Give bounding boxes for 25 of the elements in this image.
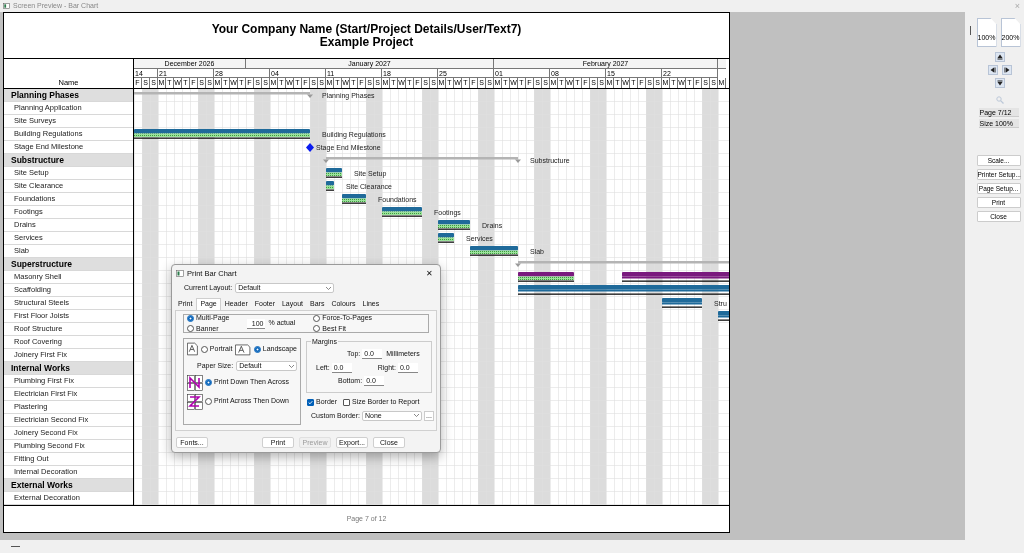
- group-row: Superstructure: [4, 258, 133, 271]
- report-subtitle: Example Project: [319, 35, 414, 49]
- chevron-down-icon: [414, 414, 420, 418]
- group-row: External Works: [4, 479, 133, 492]
- app-icon: [3, 3, 10, 9]
- page-left-button[interactable]: [988, 65, 998, 75]
- page-right-button[interactable]: [1002, 65, 1012, 75]
- separator-line: [970, 26, 971, 35]
- page-down-button[interactable]: [995, 78, 1005, 88]
- group-row: Substructure: [4, 154, 133, 167]
- report-title: Your Company Name (Start/Project Details/User/Text7): [211, 22, 522, 36]
- chevron-down-icon: [326, 286, 332, 290]
- group-row: Internal Works: [4, 362, 133, 375]
- group-row: Planning Phases: [4, 89, 133, 102]
- page-up-button[interactable]: [995, 52, 1005, 62]
- across-then-down-icon: [187, 393, 203, 410]
- checkmark-icon: [308, 399, 313, 405]
- chevron-down-icon: [289, 364, 294, 368]
- down-then-across-icon: [187, 374, 203, 391]
- app-icon: [176, 270, 184, 277]
- close-button[interactable]: ✕: [423, 267, 436, 280]
- portrait-page-icon: [187, 342, 198, 356]
- landscape-page-icon: [235, 342, 251, 356]
- header-cell: [718, 59, 726, 69]
- milestone-marker: [306, 143, 314, 152]
